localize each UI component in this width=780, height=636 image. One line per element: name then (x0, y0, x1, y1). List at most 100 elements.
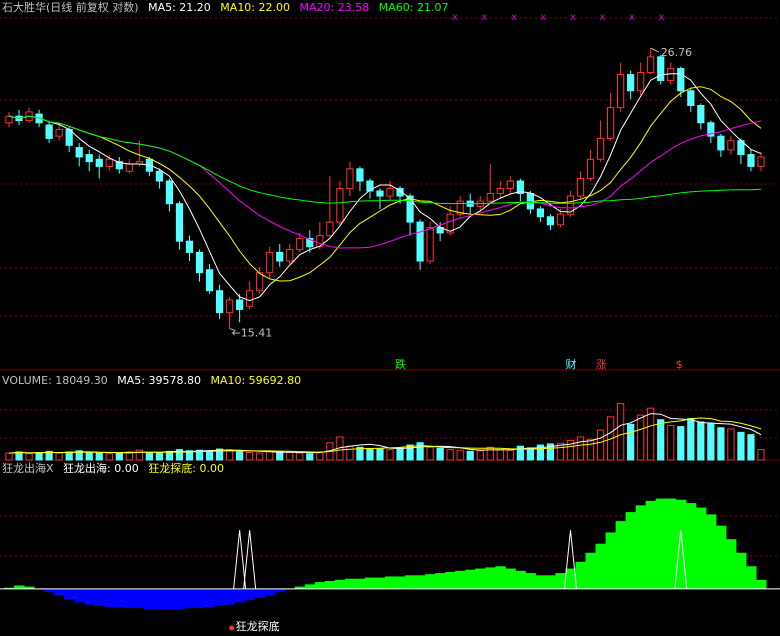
volume-bar[interactable] (256, 452, 264, 461)
volume-bar[interactable] (366, 447, 374, 461)
toolbar-mark[interactable]: x (600, 12, 606, 23)
candlestick[interactable] (506, 180, 514, 189)
event-mark[interactable]: 跌 (395, 357, 406, 371)
volume-bar[interactable] (316, 451, 324, 461)
candlestick[interactable] (55, 128, 63, 137)
volume-bar[interactable] (115, 452, 123, 461)
candlestick[interactable] (747, 154, 755, 167)
candlestick[interactable] (195, 251, 204, 274)
volume-bar[interactable] (266, 450, 274, 461)
candlestick[interactable] (617, 74, 625, 109)
volume-bar[interactable] (446, 449, 454, 461)
toolbar-mark[interactable]: x (541, 12, 547, 23)
candlestick[interactable] (596, 137, 605, 160)
volume-bar[interactable] (105, 453, 113, 461)
volume-bar[interactable] (436, 447, 444, 461)
candlestick[interactable] (546, 216, 555, 226)
volume-bar[interactable] (25, 453, 33, 461)
volume-bar[interactable] (687, 418, 695, 461)
volume-bar[interactable] (677, 426, 685, 461)
candlestick[interactable] (105, 158, 113, 167)
volume-bar[interactable] (747, 434, 755, 461)
candlestick[interactable] (205, 269, 214, 292)
indicator-name[interactable]: 狂龙出海X (2, 462, 54, 475)
volume-bar[interactable] (637, 414, 645, 461)
candlestick[interactable] (416, 221, 424, 262)
candlestick[interactable] (586, 158, 595, 180)
candlestick[interactable] (647, 56, 655, 74)
candlestick[interactable] (266, 251, 274, 274)
volume-bar[interactable] (727, 428, 735, 461)
candlestick[interactable] (155, 170, 164, 182)
volume-bar[interactable] (657, 419, 665, 461)
event-mark[interactable]: 涨 (596, 358, 607, 371)
volume-bar[interactable] (476, 450, 484, 461)
candlestick[interactable] (95, 158, 103, 167)
kline-chart-canvas[interactable]: 26.76←15.41跌财涨 $x x x x x x x x狂龙探底 (0, 0, 780, 636)
candlestick[interactable] (637, 72, 645, 92)
volume-bar[interactable] (276, 451, 284, 461)
candlestick[interactable] (426, 226, 434, 262)
volume-bar[interactable] (346, 445, 354, 461)
volume-bar[interactable] (486, 446, 494, 461)
candlestick[interactable] (326, 221, 334, 237)
candlestick[interactable] (627, 74, 635, 92)
volume-bar[interactable] (236, 451, 244, 461)
volume-bar[interactable] (717, 427, 725, 461)
toolbar-mark[interactable]: x (511, 12, 517, 23)
toolbar-mark[interactable]: x (570, 12, 576, 23)
volume-bar[interactable] (496, 449, 504, 461)
volume-bar[interactable] (85, 452, 93, 461)
candlestick[interactable] (386, 187, 394, 197)
candlestick[interactable] (556, 213, 565, 226)
volume-bar[interactable] (5, 452, 13, 461)
volume-bar[interactable] (647, 407, 655, 461)
volume-bar[interactable] (697, 421, 705, 461)
candlestick[interactable] (296, 237, 304, 251)
volume-bar[interactable] (65, 451, 73, 461)
candlestick[interactable] (486, 192, 494, 202)
candlestick[interactable] (576, 178, 585, 197)
candlestick[interactable] (225, 299, 234, 314)
candlestick[interactable] (677, 68, 685, 92)
volume-bar[interactable] (296, 452, 304, 461)
candlestick[interactable] (256, 272, 264, 292)
candlestick[interactable] (175, 203, 184, 242)
candlestick[interactable] (276, 251, 284, 262)
event-mark[interactable]: $ (676, 358, 683, 371)
candlestick[interactable] (376, 190, 384, 197)
candlestick[interactable] (336, 187, 344, 223)
volume-bar[interactable] (526, 447, 534, 461)
volume-bar[interactable] (246, 452, 254, 461)
candlestick[interactable] (657, 56, 665, 82)
candlestick[interactable] (667, 68, 675, 82)
toolbar-mark[interactable]: x (659, 12, 665, 23)
volume-bar[interactable] (95, 452, 103, 461)
candlestick[interactable] (85, 154, 93, 163)
volume-bar[interactable] (617, 403, 625, 461)
toolbar-mark[interactable]: x (482, 12, 488, 23)
volume-bar[interactable] (667, 424, 675, 461)
volume-bar[interactable] (586, 438, 595, 461)
volume-bar[interactable] (55, 452, 63, 461)
candlestick[interactable] (496, 187, 504, 194)
volume-bar[interactable] (506, 449, 514, 461)
candlestick[interactable] (687, 90, 695, 106)
candlestick[interactable] (45, 124, 53, 139)
candlestick[interactable] (697, 104, 705, 124)
volume-bar[interactable] (596, 429, 605, 461)
volume-bar[interactable] (35, 452, 43, 461)
event-mark[interactable]: 财 (565, 357, 576, 371)
candlestick[interactable] (286, 249, 294, 262)
candlestick[interactable] (246, 290, 254, 307)
candlestick[interactable] (727, 140, 735, 151)
volume-bar[interactable] (396, 447, 404, 461)
candlestick[interactable] (5, 115, 13, 124)
volume-bar[interactable] (306, 453, 314, 461)
candlestick[interactable] (757, 156, 765, 167)
volume-bar[interactable] (135, 449, 143, 461)
volume-bar[interactable] (386, 449, 394, 461)
volume-bar[interactable] (426, 446, 434, 461)
candlestick[interactable] (185, 240, 194, 253)
volume-bar[interactable] (286, 452, 294, 461)
